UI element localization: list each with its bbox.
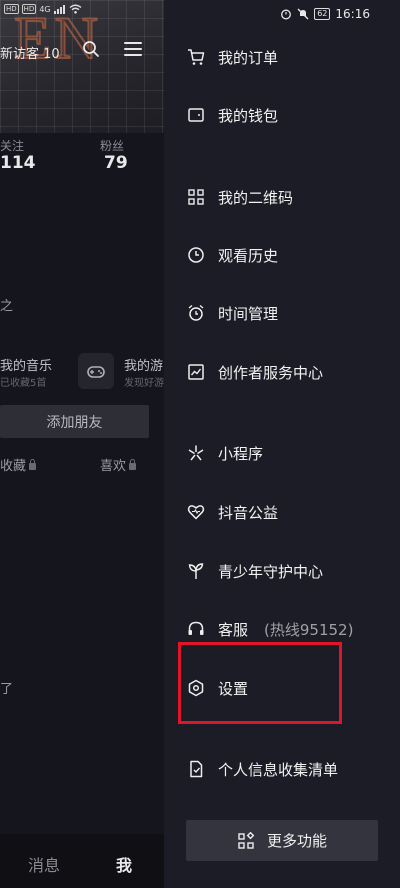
hamburger-menu-icon[interactable] bbox=[124, 42, 142, 56]
chart-icon bbox=[186, 362, 206, 382]
asterisk-icon bbox=[186, 443, 206, 463]
bottom-navigation: 消息 我 bbox=[0, 834, 164, 888]
profile-banner: EN bbox=[0, 0, 178, 133]
menu-item-customer-service[interactable]: 客服 (热线95152) bbox=[186, 617, 353, 641]
hd-badge: HD bbox=[4, 4, 19, 14]
new-visitor-count[interactable]: 新访客 10 bbox=[0, 43, 60, 62]
menu-item-label: 我的二维码 bbox=[218, 188, 294, 207]
menu-item-label: 客服 bbox=[218, 620, 249, 639]
menu-item-label: 时间管理 bbox=[218, 304, 279, 323]
side-drawer: 62 16:16 我的订单 我的钱包 我的二维码 观看历史 时间管理 创作者服务… bbox=[164, 0, 400, 888]
settings-highlight-box bbox=[178, 642, 342, 724]
menu-item-my-qrcode[interactable]: 我的二维码 bbox=[186, 185, 293, 209]
menu-item-label: 小程序 bbox=[218, 444, 264, 463]
menu-item-youth-protection[interactable]: 青少年守护中心 bbox=[186, 559, 323, 583]
headset-icon bbox=[186, 619, 206, 639]
menu-item-personal-info-list[interactable]: 个人信息收集清单 bbox=[186, 757, 338, 781]
heart-icon bbox=[186, 502, 206, 522]
alarm-status-icon bbox=[281, 9, 292, 20]
menu-item-label: 创作者服务中心 bbox=[218, 363, 324, 382]
my-games-subtitle: 发现好游 bbox=[124, 378, 164, 389]
fans-label: 粉丝 bbox=[100, 139, 125, 153]
menu-item-time-management[interactable]: 时间管理 bbox=[186, 301, 278, 325]
sprout-icon bbox=[186, 561, 206, 581]
qrcode-icon bbox=[186, 187, 206, 207]
lock-icon bbox=[29, 459, 37, 470]
menu-item-label: 我的订单 bbox=[218, 48, 279, 67]
menu-item-mini-programs[interactable]: 小程序 bbox=[186, 441, 263, 465]
more-features-button[interactable]: 更多功能 bbox=[186, 820, 378, 861]
battery-indicator: 62 bbox=[314, 8, 331, 20]
nav-messages[interactable]: 消息 bbox=[28, 852, 60, 876]
menu-item-creator-center[interactable]: 创作者服务中心 bbox=[186, 360, 323, 384]
menu-item-label: 观看历史 bbox=[218, 246, 279, 265]
following-label: 关注 bbox=[0, 139, 25, 153]
hotline-number: (热线95152) bbox=[264, 620, 354, 639]
menu-item-charity[interactable]: 抖音公益 bbox=[186, 500, 278, 524]
alarm-icon bbox=[186, 303, 206, 323]
my-music-title[interactable]: 我的音乐 bbox=[0, 355, 52, 374]
signal-icon bbox=[53, 4, 65, 14]
content-fragment: 了 bbox=[0, 682, 14, 697]
document-icon bbox=[186, 759, 206, 779]
game-tile[interactable] bbox=[78, 353, 114, 389]
fans-count[interactable]: 79 bbox=[104, 153, 128, 173]
clock-time: 16:16 bbox=[335, 7, 370, 21]
menu-item-label: 抖音公益 bbox=[218, 503, 279, 522]
bio-fragment: 之 bbox=[0, 299, 14, 314]
menu-item-watch-history[interactable]: 观看历史 bbox=[186, 243, 278, 267]
grid-plus-icon bbox=[238, 831, 255, 849]
tab-favorites[interactable]: 收藏 bbox=[0, 455, 37, 474]
nav-me[interactable]: 我 bbox=[116, 852, 132, 876]
tab-likes[interactable]: 喜欢 bbox=[100, 455, 137, 474]
menu-item-my-wallet[interactable]: 我的钱包 bbox=[186, 103, 278, 127]
lock-icon bbox=[129, 459, 137, 470]
add-friend-button[interactable]: 添加朋友 bbox=[0, 405, 149, 438]
wallet-icon bbox=[186, 105, 206, 125]
menu-item-label: 个人信息收集清单 bbox=[218, 760, 339, 779]
search-icon[interactable] bbox=[82, 40, 100, 58]
network-type: 4G bbox=[39, 4, 51, 14]
more-features-label: 更多功能 bbox=[266, 832, 327, 850]
tab-likes-label: 喜欢 bbox=[100, 459, 127, 474]
status-bar-right: 62 16:16 bbox=[280, 7, 370, 21]
tab-favorites-label: 收藏 bbox=[0, 459, 27, 474]
cart-icon bbox=[186, 47, 206, 67]
my-games-title[interactable]: 我的游 bbox=[124, 355, 163, 374]
gamepad-icon bbox=[87, 366, 105, 378]
mute-icon bbox=[297, 8, 309, 20]
clock-icon bbox=[186, 245, 206, 265]
menu-item-my-orders[interactable]: 我的订单 bbox=[186, 45, 278, 69]
hd-badge: HD bbox=[21, 4, 37, 14]
following-count[interactable]: 114 bbox=[0, 153, 36, 173]
menu-item-label: 青少年守护中心 bbox=[218, 562, 324, 581]
my-music-subtitle: 已收藏5首 bbox=[0, 378, 47, 389]
status-bar-left: HD HD 4G bbox=[4, 4, 82, 14]
menu-item-label: 我的钱包 bbox=[218, 106, 279, 125]
wifi-icon bbox=[69, 4, 82, 14]
